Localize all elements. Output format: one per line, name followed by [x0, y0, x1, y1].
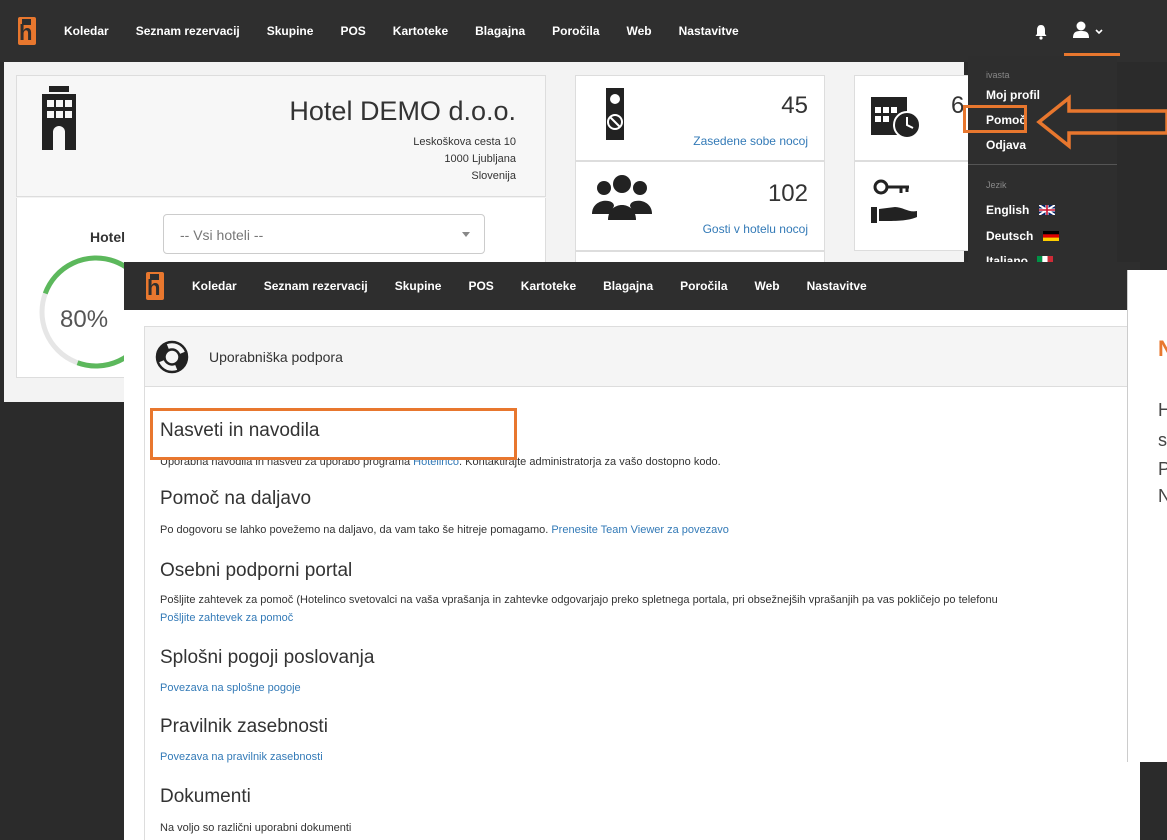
key-hand-icon: [871, 179, 917, 223]
section-heading: Pomoč na daljavo: [160, 488, 312, 509]
nav-kartoteke[interactable]: Kartoteke: [393, 24, 448, 38]
address-line: 1000 Ljubljana: [444, 153, 516, 165]
arrow-left-icon: [1036, 94, 1167, 150]
occupancy-value: 80%: [60, 306, 109, 333]
menu-lang-deutsch[interactable]: Deutsch: [986, 229, 1059, 243]
support-panel-header: Uporabniška podpora: [145, 327, 1141, 387]
nav-nastavitve[interactable]: Nastavitve: [807, 279, 867, 293]
guests-link[interactable]: Gosti v hotelu nocoj: [703, 222, 808, 236]
bell-icon[interactable]: [1033, 24, 1049, 40]
calendar-stat-card: 6: [854, 75, 970, 161]
hotelinco-logo[interactable]: [146, 272, 164, 300]
top-navbar: Koledar Seznam rezervacij Skupine POS Ka…: [0, 0, 1167, 62]
nav-seznam-rezervacij[interactable]: Seznam rezervacij: [264, 279, 368, 293]
chevron-down-icon: [462, 232, 470, 237]
dropdown-user-header: ivasta: [986, 70, 1010, 80]
guests-stat-card: 102 Gosti v hotelu nocoj: [575, 161, 825, 251]
menu-lang-english[interactable]: English: [986, 203, 1055, 217]
menu-lang-italiano[interactable]: Italiano: [986, 254, 1054, 262]
terms-link[interactable]: Povezava na splošne pogoje: [160, 682, 301, 694]
support-title: Uporabniška podpora: [209, 349, 343, 365]
hotel-filter-label: Hotel: [90, 229, 125, 245]
dropdown-divider: [968, 164, 1117, 165]
nav-nastavitve[interactable]: Nastavitve: [679, 24, 739, 38]
lifebuoy-icon: [155, 340, 189, 374]
side-box-line: P: [1158, 459, 1167, 479]
side-info-box: N H s P N: [1127, 270, 1167, 762]
rooms-occupied-link[interactable]: Zasedene sobe nocoj: [693, 134, 808, 148]
key-stat-card: [854, 161, 970, 251]
nav-blagajna[interactable]: Blagajna: [475, 24, 525, 38]
nasveti-highlight-box: [150, 408, 517, 460]
support-request-link[interactable]: Pošljite zahtevek za pomoč: [160, 612, 293, 624]
hotel-name: Hotel DEMO d.o.o.: [289, 96, 516, 126]
address-line: Leskoškova cesta 10: [413, 136, 516, 148]
german-flag-icon: [1042, 231, 1059, 241]
privacy-link[interactable]: Povezava na pravilnik zasebnosti: [160, 751, 323, 763]
pomoc-highlight-box: [963, 105, 1027, 133]
hotel-info-card: Hotel DEMO d.o.o. Leskoškova cesta 10 10…: [16, 75, 546, 197]
nav-blagajna[interactable]: Blagajna: [603, 279, 653, 293]
teamviewer-link[interactable]: Prenesite Team Viewer za povezavo: [551, 524, 729, 536]
user-menu-icon[interactable]: [1072, 20, 1106, 42]
nav-web[interactable]: Web: [627, 24, 652, 38]
nav-kartoteke[interactable]: Kartoteke: [521, 279, 576, 293]
hotel-select[interactable]: -- Vsi hoteli --: [163, 214, 485, 254]
section-text: Pošljite zahtevek za pomoč (Hotelinco sv…: [160, 594, 998, 606]
section-heading: Splošni pogoji poslovanja: [160, 647, 375, 668]
hotelinco-logo[interactable]: [18, 17, 36, 45]
section-text-part: Po dogovoru se lahko povežemo na daljavo…: [160, 524, 552, 536]
section-heading: Dokumenti: [160, 786, 251, 807]
section-text: Na voljo so različni uporabni dokumenti: [160, 822, 352, 834]
section-heading: Pravilnik zasebnosti: [160, 716, 328, 737]
side-box-line: H: [1158, 400, 1167, 420]
language-label: Deutsch: [986, 229, 1034, 243]
menu-moj-profil[interactable]: Moj profil: [986, 88, 1040, 102]
nav-seznam-rezervacij[interactable]: Seznam rezervacij: [136, 24, 240, 38]
user-dropdown-menu: ivasta Moj profil Pomoč Odjava Jezik Eng…: [968, 56, 1117, 262]
section-heading: Osebni podporni portal: [160, 560, 353, 581]
side-box-line: s: [1158, 430, 1167, 450]
nav-pos[interactable]: POS: [468, 279, 493, 293]
hotel-select-value: -- Vsi hoteli --: [180, 227, 264, 243]
door-hanger-icon: [606, 88, 624, 140]
side-box-title: N: [1158, 336, 1167, 361]
nav-web[interactable]: Web: [755, 279, 780, 293]
address-line: Slovenija: [471, 170, 516, 182]
language-label: English: [986, 203, 1030, 217]
calendar-clock-icon: [871, 97, 921, 139]
side-box-line: N: [1158, 486, 1167, 506]
dropdown-language-header: Jezik: [986, 180, 1007, 190]
guests-value: 102: [767, 180, 808, 207]
menu-odjava[interactable]: Odjava: [986, 138, 1026, 152]
rooms-stat-card: 45 Zasedene sobe nocoj: [575, 75, 825, 161]
section-text: Po dogovoru se lahko povežemo na daljavo…: [160, 524, 729, 536]
nav-koledar[interactable]: Koledar: [192, 279, 237, 293]
nav-pos[interactable]: POS: [340, 24, 365, 38]
language-label: Italiano: [986, 254, 1029, 262]
nav-skupine[interactable]: Skupine: [267, 24, 314, 38]
guests-group-icon: [592, 175, 652, 220]
hotel-building-icon: [42, 86, 76, 150]
front-navbar: Koledar Seznam rezervacij Skupine POS Ka…: [124, 262, 1140, 310]
hotel-address: Leskoškova cesta 10 1000 Ljubljana Slove…: [413, 134, 516, 185]
rooms-occupied-value: 45: [781, 92, 808, 119]
uk-flag-icon: [1038, 205, 1055, 215]
nav-porocila[interactable]: Poročila: [680, 279, 727, 293]
nav-koledar[interactable]: Koledar: [64, 24, 109, 38]
nav-skupine[interactable]: Skupine: [395, 279, 442, 293]
nav-porocila[interactable]: Poročila: [552, 24, 599, 38]
